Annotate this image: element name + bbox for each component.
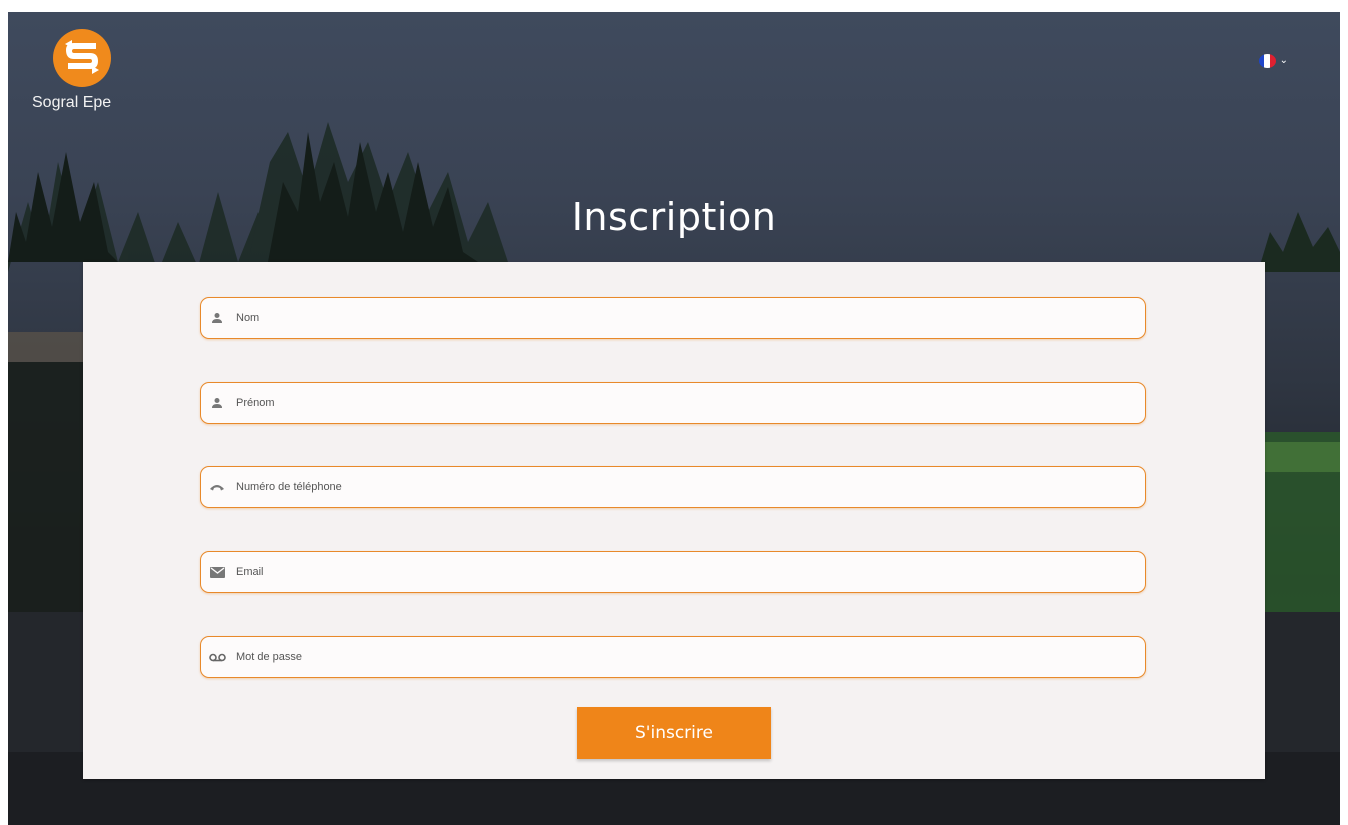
mail-icon (208, 563, 226, 581)
chevron-down-icon: ⌄ (1279, 55, 1288, 66)
prenom-input[interactable] (236, 383, 1145, 423)
email-field[interactable] (200, 551, 1146, 593)
signup-button[interactable]: S'inscrire (577, 707, 771, 759)
phone-icon (208, 478, 226, 496)
person-icon (208, 394, 226, 412)
background-scene: Sogral Epe ⌄ Inscription Nom Prénom Numé… (8, 12, 1340, 825)
password-field[interactable] (200, 636, 1146, 678)
password-input[interactable] (236, 637, 1145, 677)
language-selector[interactable]: ⌄ (1258, 54, 1288, 68)
brand[interactable]: Sogral Epe (32, 28, 132, 112)
registration-card: S'inscrire (83, 262, 1265, 779)
nom-field[interactable] (200, 297, 1146, 339)
email-input[interactable] (236, 552, 1145, 592)
brand-name: Sogral Epe (32, 94, 112, 111)
france-flag-icon (1258, 54, 1276, 68)
page-title: Inscription (571, 195, 777, 240)
person-icon (208, 309, 226, 327)
voicemail-icon (208, 648, 226, 666)
phone-field[interactable] (200, 466, 1146, 508)
prenom-field[interactable] (200, 382, 1146, 424)
nom-input[interactable] (236, 298, 1145, 338)
sogral-logo-icon (53, 29, 111, 87)
phone-input[interactable] (236, 467, 1145, 507)
